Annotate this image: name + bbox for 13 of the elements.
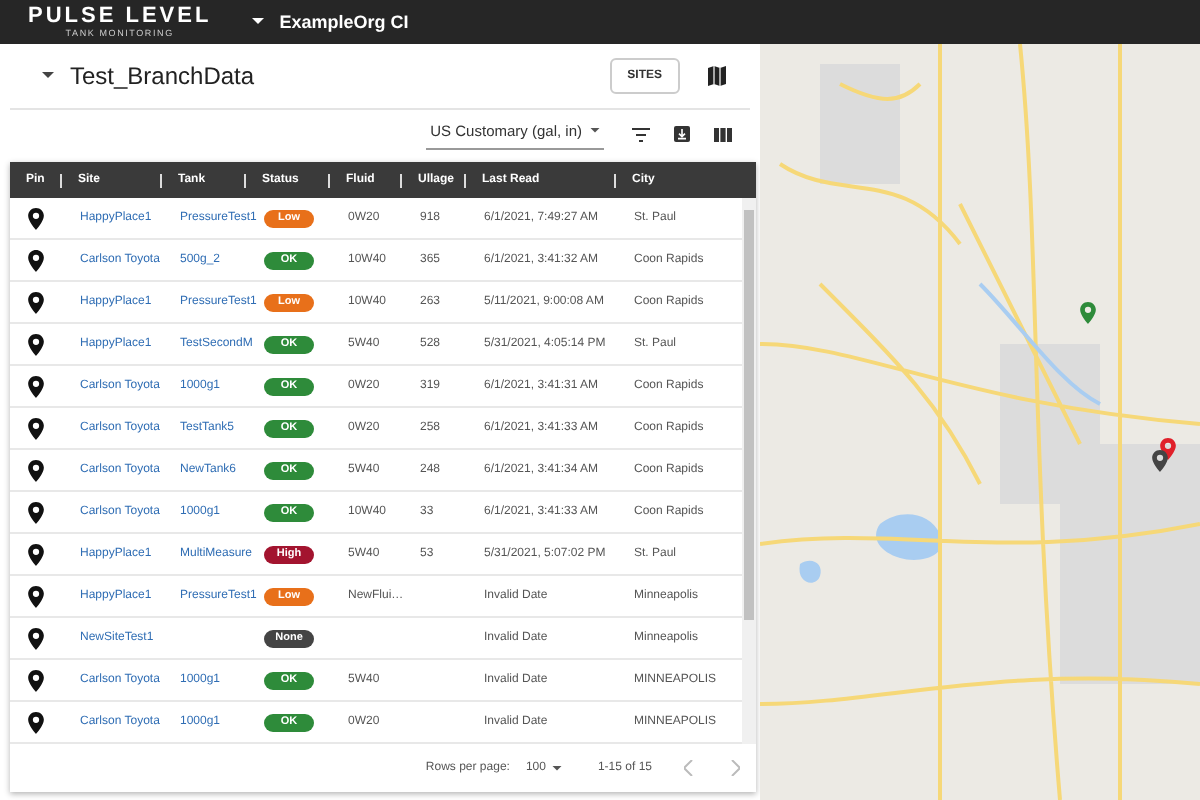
columns-icon[interactable]: [714, 127, 732, 141]
dataset-title: Test_BranchData: [70, 62, 257, 90]
filter-icon[interactable]: [632, 127, 650, 141]
caret-icon[interactable]: [551, 765, 562, 771]
caret-icon[interactable]: [590, 128, 600, 134]
scrollbar[interactable]: [742, 198, 756, 744]
download-icon[interactable]: [674, 126, 690, 142]
map-icon[interactable]: [708, 66, 726, 86]
brand-name: PULSE LEVEL: [28, 6, 212, 28]
caret-icon[interactable]: [42, 72, 54, 80]
org-name[interactable]: ExampleOrg CI: [279, 12, 409, 32]
map-pin-icon[interactable]: [1152, 450, 1168, 472]
caret-icon[interactable]: [251, 18, 264, 26]
